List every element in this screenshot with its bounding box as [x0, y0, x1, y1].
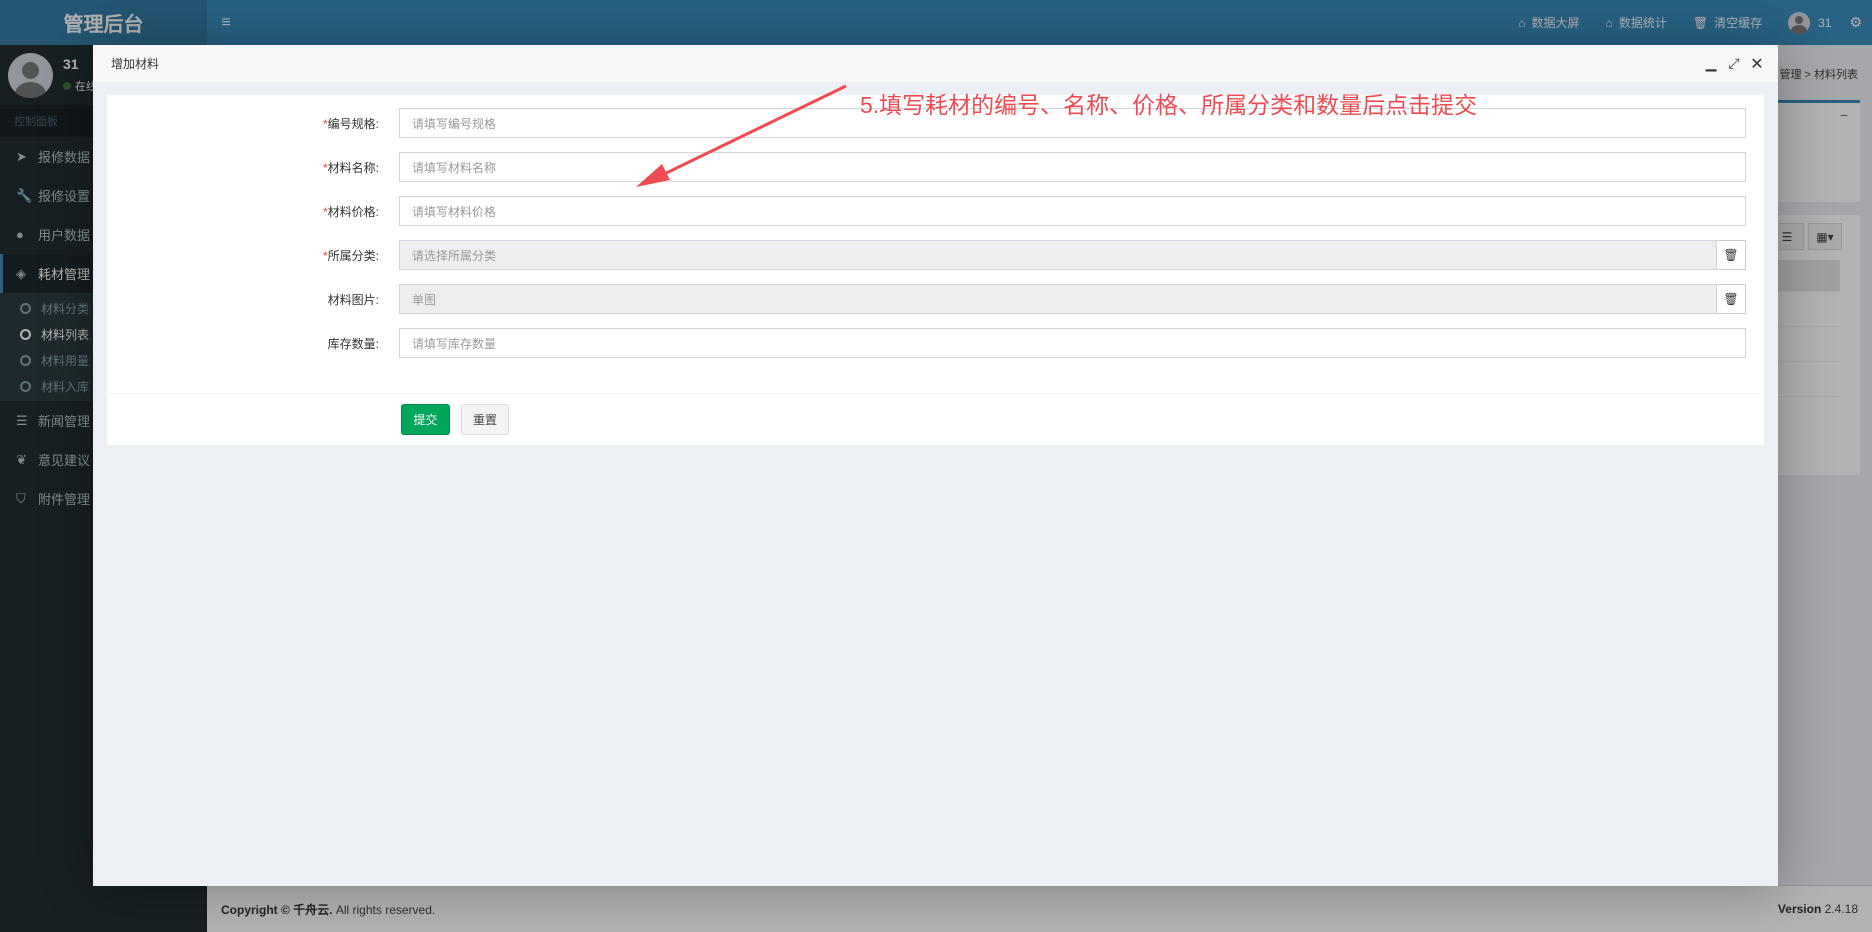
stock-label: 库存数量:	[327, 336, 379, 351]
dialog-title: 增加材料	[111, 57, 160, 71]
form-row-price: *材料价格: 请填写材料价格	[107, 195, 1764, 227]
submit-button[interactable]: 提交	[401, 404, 450, 435]
maximize-icon[interactable]: ⤢	[1723, 55, 1745, 72]
dialog-titlebar: 增加材料 ▁ ⤢ ✕	[93, 45, 1778, 83]
trash-icon: 🗑	[1723, 248, 1739, 262]
add-material-dialog: 增加材料 ▁ ⤢ ✕ *编号规格: 请填写编号规格 *材料名称: 请填写材料名称…	[93, 45, 1778, 886]
form-row-name: *材料名称: 请填写材料名称	[107, 151, 1764, 183]
minimize-icon[interactable]: ▁	[1700, 55, 1722, 72]
category-select[interactable]: 请选择所属分类	[399, 240, 1717, 270]
name-input[interactable]: 请填写材料名称	[399, 152, 1746, 182]
price-label: *材料价格:	[322, 204, 379, 219]
form-row-image: 材料图片: 单图 🗑	[107, 283, 1764, 315]
form-row-stock: 库存数量: 请填写库存数量	[107, 327, 1764, 359]
image-upload-field[interactable]: 单图	[399, 284, 1717, 314]
price-input[interactable]: 请填写材料价格	[399, 196, 1746, 226]
form-actions: 提交 重置	[107, 393, 1764, 445]
close-icon[interactable]: ✕	[1746, 54, 1768, 74]
reset-button[interactable]: 重置	[461, 404, 509, 435]
trash-icon: 🗑	[1723, 292, 1739, 306]
name-label: *材料名称:	[322, 160, 379, 175]
dialog-body: *编号规格: 请填写编号规格 *材料名称: 请填写材料名称 *材料价格: 请填写…	[93, 83, 1778, 457]
material-form: *编号规格: 请填写编号规格 *材料名称: 请填写材料名称 *材料价格: 请填写…	[107, 95, 1764, 445]
spec-label: *编号规格:	[322, 116, 379, 131]
form-row-category: *所属分类: 请选择所属分类 🗑	[107, 239, 1764, 271]
category-label: *所属分类:	[322, 248, 379, 263]
image-label: 材料图片:	[327, 292, 379, 307]
annotation-text: 5.填写耗材的编号、名称、价格、所属分类和数量后点击提交	[860, 92, 1478, 118]
clear-category-button[interactable]: 🗑	[1717, 240, 1746, 270]
stock-input[interactable]: 请填写库存数量	[399, 328, 1746, 358]
clear-image-button[interactable]: 🗑	[1717, 284, 1746, 314]
